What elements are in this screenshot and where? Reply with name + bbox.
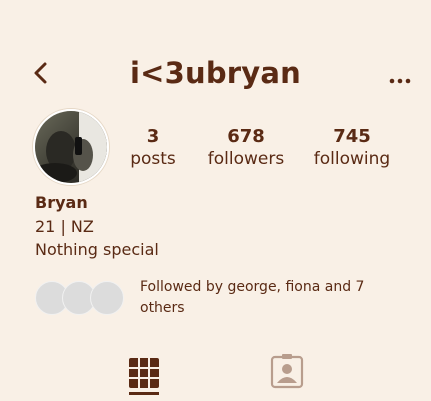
avatar[interactable] xyxy=(33,109,109,185)
grid-icon xyxy=(129,358,159,395)
profile-name: Bryan xyxy=(35,193,88,212)
tab-tagged[interactable] xyxy=(270,353,304,389)
tab-posts-grid[interactable] xyxy=(128,357,160,395)
posts-label: posts xyxy=(130,149,176,169)
followed-by-text[interactable]: Followed by george, fiona and 7 others xyxy=(140,277,380,319)
following-label: following xyxy=(313,149,391,169)
tagged-person-icon xyxy=(270,354,304,389)
followers-count: 678 xyxy=(227,126,265,147)
followers-label: followers xyxy=(207,149,285,169)
stat-following[interactable]: 745 following xyxy=(304,126,400,170)
posts-count: 3 xyxy=(146,126,160,147)
bio-line: 21 | NZ xyxy=(35,217,94,236)
page-title: i<3ubryan xyxy=(129,56,302,90)
stat-followers[interactable]: 678 followers xyxy=(198,126,294,170)
bio-line: Nothing special xyxy=(35,240,159,259)
mutual-follower-avatar[interactable] xyxy=(90,281,124,315)
profile-photo xyxy=(35,111,107,183)
more-horizontal-icon xyxy=(389,78,411,84)
stat-posts[interactable]: 3 posts xyxy=(120,126,186,170)
more-options-button[interactable] xyxy=(388,70,412,84)
following-count: 745 xyxy=(333,126,371,147)
